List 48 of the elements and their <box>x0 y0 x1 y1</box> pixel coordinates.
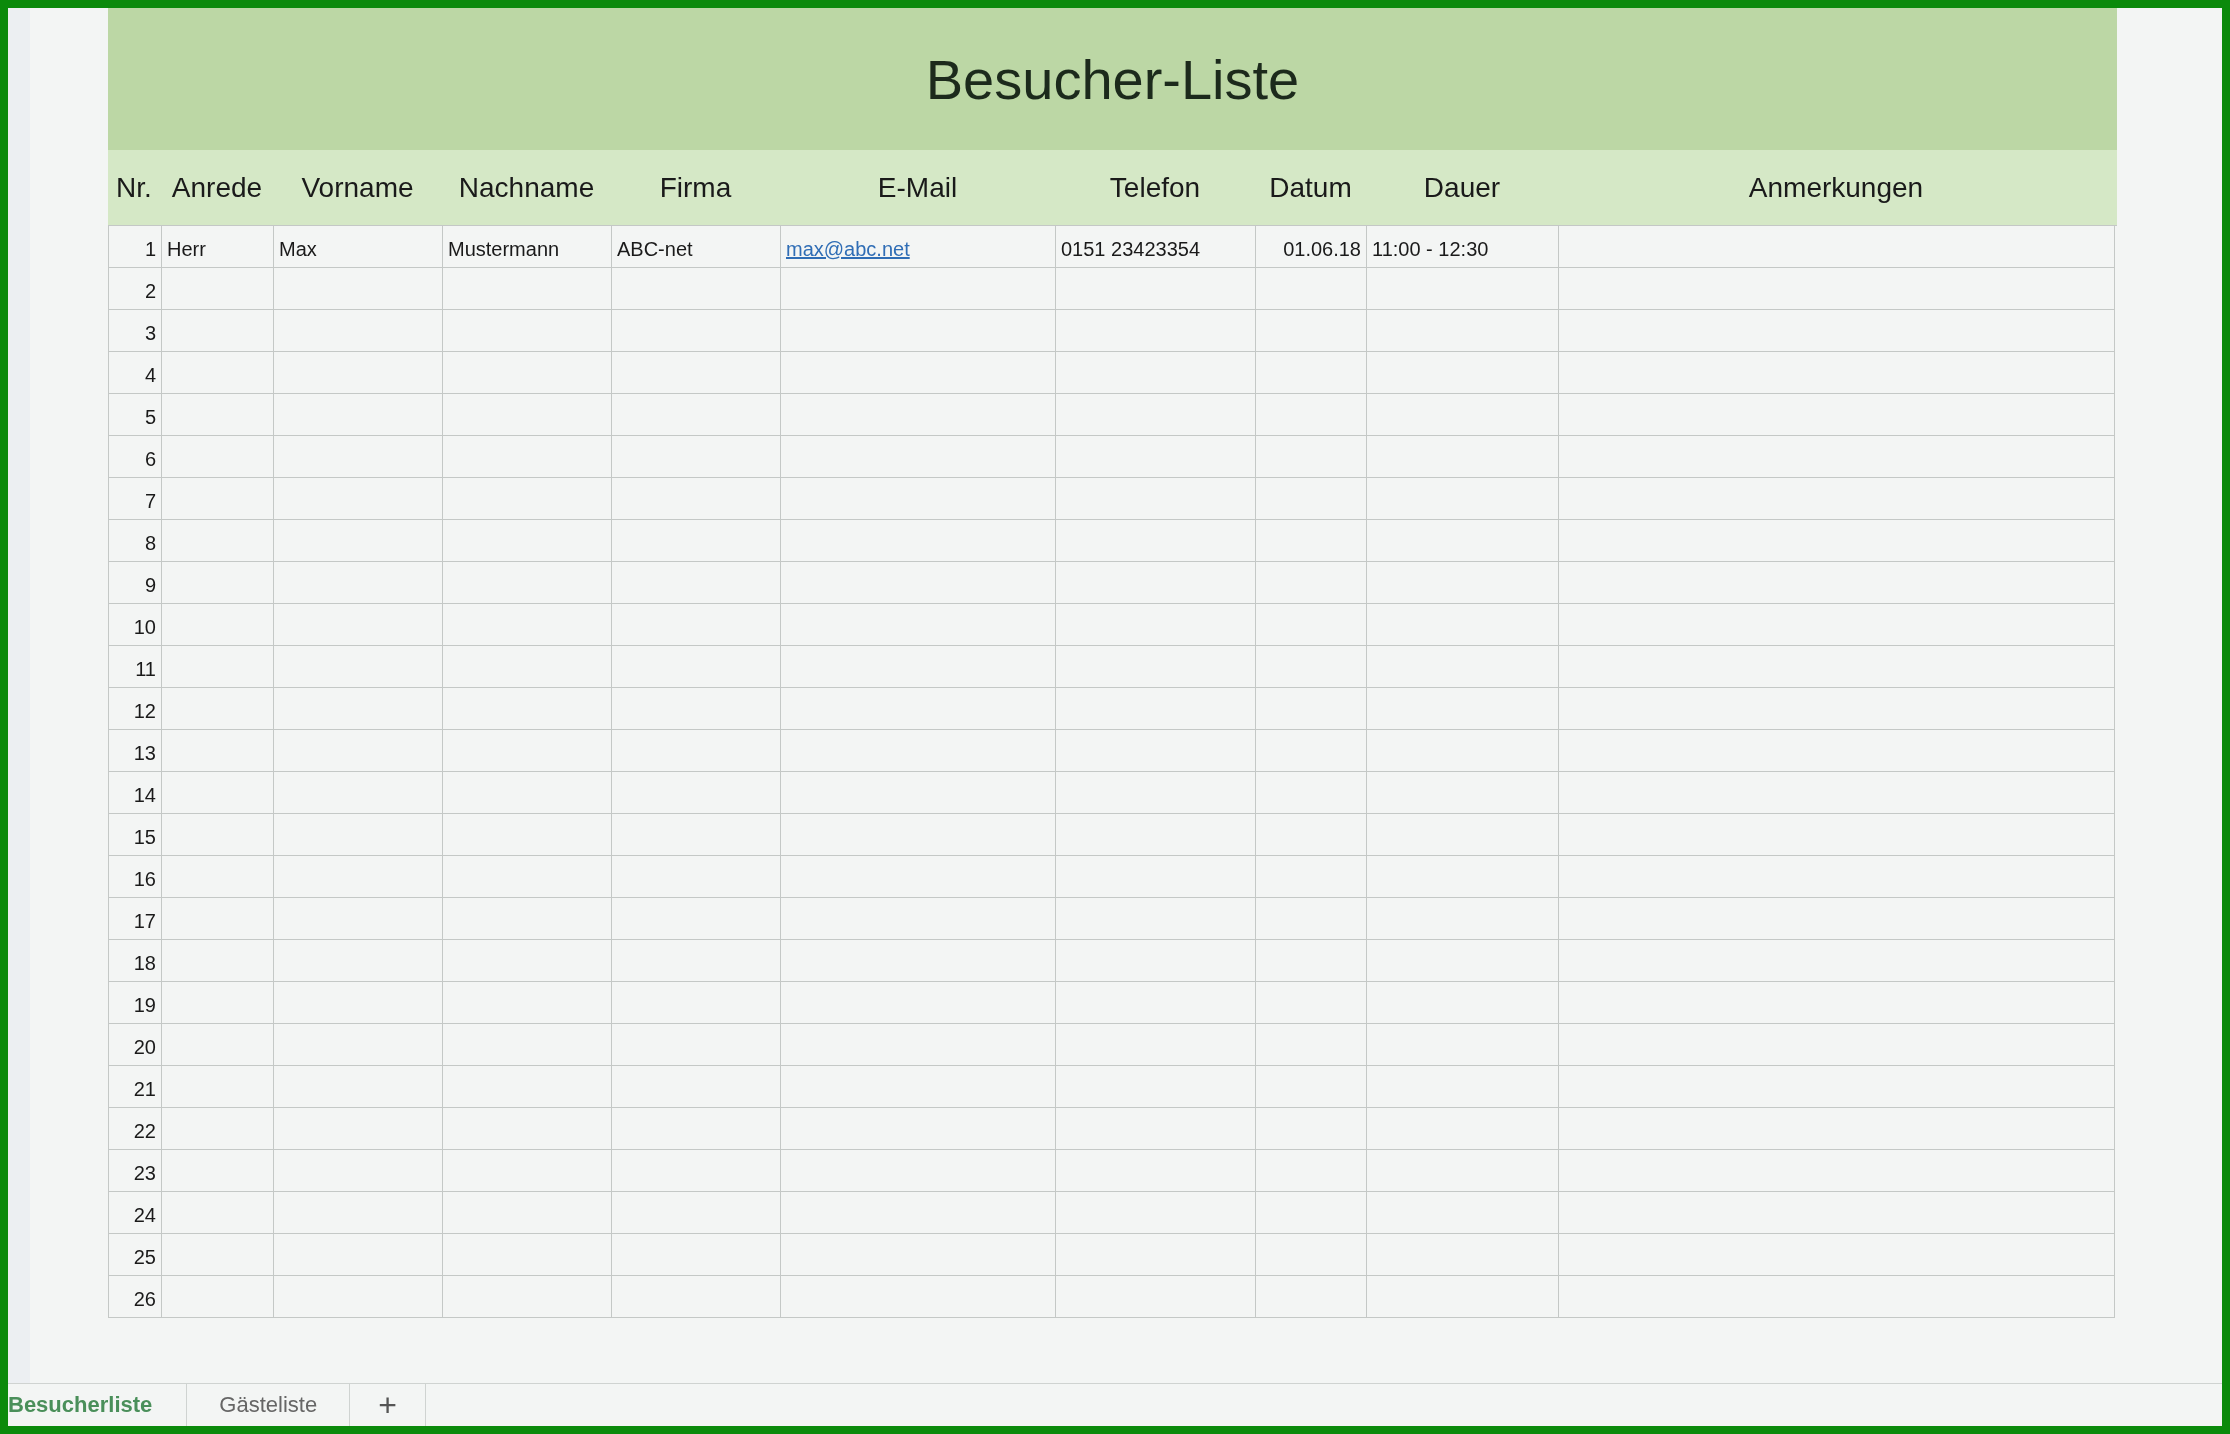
table-cell: ABC-net <box>612 226 781 268</box>
row-number-cell: 24 <box>109 1192 162 1234</box>
email-link[interactable]: max@abc.net <box>786 238 910 261</box>
row-number-cell: 23 <box>109 1150 162 1192</box>
column-header: Dauer <box>1422 171 1502 204</box>
table-cell: Herr <box>162 226 274 268</box>
row-number-cell: 19 <box>109 982 162 1024</box>
row-number-cell: 22 <box>109 1108 162 1150</box>
row-number-cell: 25 <box>109 1234 162 1276</box>
row-number-cell: 10 <box>109 604 162 646</box>
row-number-cell: 21 <box>109 1066 162 1108</box>
row-number-cell: 2 <box>109 268 162 310</box>
row-number-cell: 13 <box>109 730 162 772</box>
row-number-cell: 16 <box>109 856 162 898</box>
row-number-cell: 18 <box>109 940 162 982</box>
table-cell: 0151 23423354 <box>1056 226 1256 268</box>
row-number-cell: 8 <box>109 520 162 562</box>
row-number-cell: 26 <box>109 1276 162 1318</box>
column-header: Firma <box>658 171 733 204</box>
column-header: Vorname <box>300 171 415 204</box>
row-number-cell: 4 <box>109 352 162 394</box>
row-number-cell: 1 <box>109 226 162 268</box>
table-cell: 01.06.18 <box>1256 226 1367 268</box>
column-header: Datum <box>1268 171 1353 204</box>
row-number-cell: 11 <box>109 646 162 688</box>
row-number-cell: 6 <box>109 436 162 478</box>
table-cell: Mustermann <box>443 226 612 268</box>
column-header: Nr. <box>115 171 153 204</box>
sheet-title: Besucher-Liste <box>925 46 1300 112</box>
table-cell: 11:00 - 12:30 <box>1367 226 1559 268</box>
sheet-tab[interactable]: Gästeliste <box>187 1384 351 1426</box>
column-header: Telefon <box>1108 171 1202 204</box>
add-sheet-button[interactable]: + <box>350 1384 426 1426</box>
column-header: Anrede <box>170 171 264 204</box>
row-number-cell: 17 <box>109 898 162 940</box>
column-header: Nachname <box>457 171 596 204</box>
column-header: Anmerkungen <box>1747 171 1925 204</box>
row-number-cell: 20 <box>109 1024 162 1066</box>
row-number-cell: 14 <box>109 772 162 814</box>
row-number-cell: 12 <box>109 688 162 730</box>
row-number-cell: 9 <box>109 562 162 604</box>
row-number-cell: 15 <box>109 814 162 856</box>
row-number-cell: 3 <box>109 310 162 352</box>
row-number-cell: 5 <box>109 394 162 436</box>
column-header: E-Mail <box>876 171 959 204</box>
row-number-cell: 7 <box>109 478 162 520</box>
sheet-tab[interactable]: Besucherliste <box>8 1384 188 1426</box>
table-cell: Max <box>274 226 443 268</box>
